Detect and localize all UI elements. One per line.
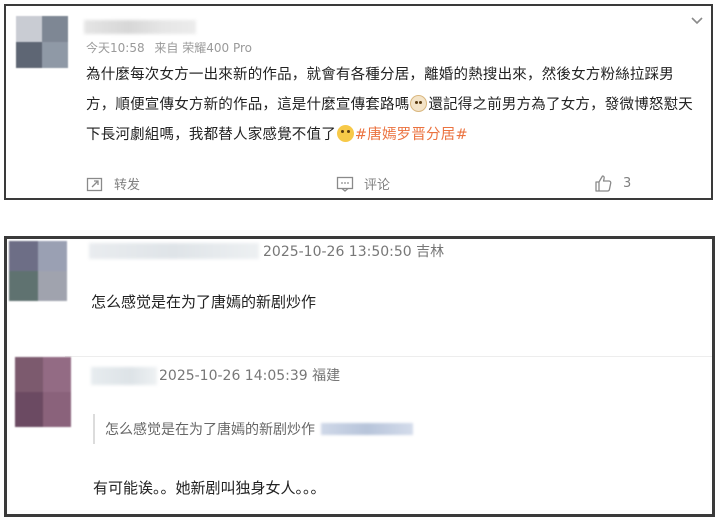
- blurred-username[interactable]: [91, 367, 157, 385]
- smile-emoji-icon: [336, 125, 354, 142]
- comment-text: 怎么感觉是在为了唐嫣的新剧炒作: [91, 293, 317, 311]
- like-button[interactable]: 3: [594, 174, 631, 193]
- hashtag-link[interactable]: #唐嫣罗晋分居#: [355, 127, 468, 143]
- reply-meta: 2025-10-26 14:05:39 福建: [159, 368, 341, 384]
- avatar[interactable]: [9, 241, 67, 301]
- like-count: 3: [623, 176, 632, 191]
- repost-button[interactable]: 转发: [86, 174, 140, 193]
- blurred-username[interactable]: [89, 243, 259, 259]
- comments-card: 2025-10-26 13:50:50 吉林 怎么感觉是在为了唐嫣的新剧炒作 2…: [4, 236, 715, 517]
- divider: [65, 356, 712, 357]
- comment-button[interactable]: 评论: [336, 174, 390, 193]
- post-time: 今天10:58: [86, 41, 145, 55]
- repost-icon: [86, 177, 103, 191]
- quoted-comment-text: 怎么感觉是在为了唐嫣的新剧炒作: [105, 422, 315, 438]
- repost-label: 转发: [114, 178, 141, 193]
- cat-face-emoji-icon: [410, 95, 428, 112]
- comment-meta: 2025-10-26 13:50:50 吉林: [263, 244, 445, 260]
- post-meta: 今天10:58 来自 荣耀400 Pro: [86, 39, 258, 56]
- comment-icon: [336, 176, 354, 192]
- post-actions: 转发 评论 3: [6, 174, 711, 196]
- avatar[interactable]: [15, 357, 71, 427]
- post-text: 為什麼每次女方一出來新的作品，就會有各種分居，離婚的熱搜出來，然後女方粉絲拉踩男…: [86, 60, 696, 150]
- blurred-quoted-username: [321, 423, 413, 435]
- post-card: 今天10:58 来自 荣耀400 Pro 為什麼每次女方一出來新的作品，就會有各…: [4, 4, 713, 200]
- like-icon: [595, 175, 612, 192]
- quoted-comment: 怎么感觉是在为了唐嫣的新剧炒作: [93, 414, 413, 444]
- reply-text: 有可能诶。。她新剧叫独身女人。。。: [93, 479, 326, 497]
- post-source: 来自 荣耀400 Pro: [154, 41, 252, 55]
- chevron-down-icon[interactable]: [689, 12, 705, 28]
- avatar[interactable]: [16, 16, 68, 68]
- comment-label: 评论: [364, 178, 391, 193]
- blurred-username[interactable]: [84, 20, 196, 34]
